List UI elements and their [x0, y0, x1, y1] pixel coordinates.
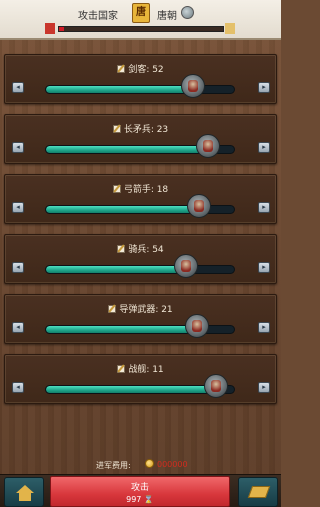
unit-name-count: 导弹武器: 21 [119, 305, 173, 315]
march-cost-value: 000000 [157, 460, 188, 469]
decrease-button[interactable]: ◂ [12, 382, 24, 393]
decrease-button[interactable]: ◂ [12, 82, 24, 93]
increase-button[interactable]: ▸ [258, 382, 270, 393]
attacker-flag-icon [45, 23, 55, 34]
edit-icon[interactable] [108, 305, 117, 313]
unit-panel-warship: 战舰: 11 ◂ ▸ [4, 354, 277, 404]
unit-panel-missile-weapon: 导弹武器: 21 ◂ ▸ [4, 294, 277, 344]
increase-button[interactable]: ▸ [258, 142, 270, 153]
unit-name-count: 长矛兵: 23 [123, 125, 169, 135]
coin-icon [145, 459, 154, 468]
defender-flag-icon [225, 23, 235, 34]
unit-panel-swordsman: 剑客: 52 ◂ ▸ [4, 54, 277, 104]
country-name: 唐朝 [157, 11, 177, 22]
increase-button[interactable]: ▸ [258, 202, 270, 213]
unit-name-count: 骑兵: 54 [128, 245, 164, 255]
unit-panel-spearman: 长矛兵: 23 ◂ ▸ [4, 114, 277, 164]
swordsman-portrait-icon[interactable] [181, 74, 206, 98]
unit-title: 长矛兵: 23 [5, 122, 276, 135]
decrease-button[interactable]: ◂ [12, 262, 24, 273]
unit-slider-fill [46, 326, 197, 333]
march-cost-label: 进军费用: [96, 461, 131, 470]
decrease-button[interactable]: ◂ [12, 202, 24, 213]
unit-name-count: 战舰: 11 [128, 365, 164, 375]
stack-icon [247, 486, 271, 498]
increase-button[interactable]: ▸ [258, 322, 270, 333]
increase-button[interactable]: ▸ [258, 82, 270, 93]
home-icon [16, 485, 34, 501]
edit-icon[interactable] [117, 245, 126, 253]
edit-icon[interactable] [117, 65, 126, 73]
unit-title: 导弹武器: 21 [5, 302, 276, 315]
unit-slider-fill [46, 146, 208, 153]
unit-title: 弓箭手: 18 [5, 182, 276, 195]
stack-menu-button[interactable] [238, 477, 278, 507]
unit-title: 剑客: 52 [5, 62, 276, 75]
cavalry-portrait-icon[interactable] [173, 254, 198, 278]
attack-country-label: 攻击国家 [78, 11, 118, 22]
attack-time: 997 ⌛ [126, 495, 154, 504]
unit-slider-fill [46, 386, 216, 393]
unit-slider-fill [46, 86, 193, 93]
edit-icon[interactable] [112, 185, 121, 193]
attack-button[interactable]: 攻击 997 ⌛ [50, 476, 230, 507]
edit-icon[interactable] [112, 125, 121, 133]
country-hp-bar [58, 26, 224, 32]
globe-icon[interactable] [181, 6, 194, 19]
unit-slider-track[interactable] [45, 85, 235, 94]
missile-weapon-icon[interactable] [185, 314, 209, 338]
archer-portrait-icon[interactable] [186, 194, 211, 218]
country-emblem-icon: 唐 [132, 3, 150, 23]
spearman-portrait-icon[interactable] [196, 134, 221, 158]
decrease-button[interactable]: ◂ [12, 322, 24, 333]
unit-panel-cavalry: 骑兵: 54 ◂ ▸ [4, 234, 277, 284]
unit-name-count: 剑客: 52 [128, 65, 164, 75]
country-hp-fill [59, 27, 64, 31]
unit-slider-track[interactable] [45, 265, 235, 274]
decrease-button[interactable]: ◂ [12, 142, 24, 153]
warship-icon[interactable] [204, 374, 228, 398]
home-button[interactable] [4, 477, 44, 507]
unit-slider-fill [46, 266, 186, 273]
edit-icon[interactable] [117, 365, 126, 373]
header-bar: 攻击国家 唐 唐朝 [0, 0, 281, 40]
increase-button[interactable]: ▸ [258, 262, 270, 273]
unit-name-count: 弓箭手: 18 [123, 185, 169, 195]
unit-slider-fill [46, 206, 199, 213]
unit-panel-archer: 弓箭手: 18 ◂ ▸ [4, 174, 277, 224]
unit-title: 战舰: 11 [5, 362, 276, 375]
attack-label: 攻击 [130, 483, 149, 493]
unit-title: 骑兵: 54 [5, 242, 276, 255]
